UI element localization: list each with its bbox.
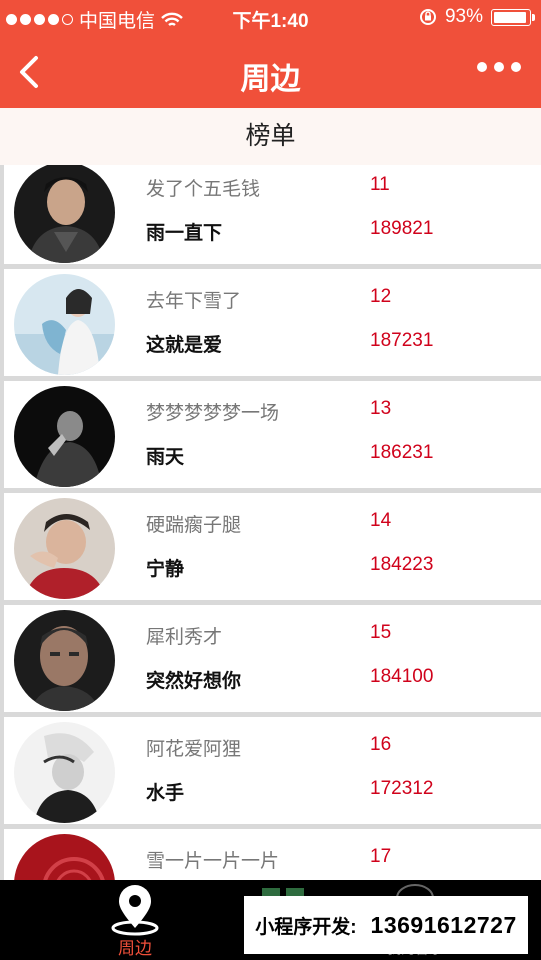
promo-label: 小程序开发: <box>255 916 357 938</box>
play-count: 189821 <box>370 218 434 239</box>
list-item[interactable]: 去年下雪了 这就是爱 12 187231 <box>4 269 541 376</box>
more-menu-icon[interactable] <box>477 62 521 72</box>
avatar <box>14 498 115 599</box>
artist-name: 宁静 <box>146 559 185 580</box>
play-count: 186231 <box>370 442 434 463</box>
avatar <box>14 274 115 375</box>
section-title: 榜单 <box>0 108 541 165</box>
list-item[interactable]: 阿花爱阿狸 水手 16 172312 <box>4 717 541 824</box>
rank-number: 11 <box>370 174 390 195</box>
avatar <box>14 610 115 711</box>
song-title: 梦梦梦梦梦一场 <box>146 403 280 424</box>
tab-nearby[interactable]: 周边 <box>90 880 180 960</box>
list-item[interactable]: 犀利秀才 突然好想你 15 184100 <box>4 605 541 712</box>
song-title: 硬踹瘸子腿 <box>146 515 242 536</box>
song-title: 犀利秀才 <box>146 627 223 648</box>
list-item[interactable]: 硬踹瘸子腿 宁静 14 184223 <box>4 493 541 600</box>
battery-percent: 93% <box>444 6 483 27</box>
rank-number: 12 <box>370 286 392 307</box>
page-title: 周边 <box>240 63 301 96</box>
artist-name: 突然好想你 <box>146 671 242 692</box>
play-count: 184223 <box>370 554 434 575</box>
battery-icon <box>491 8 535 26</box>
location-pin-icon <box>111 885 159 936</box>
nav-bar: 周边 <box>0 34 541 108</box>
rank-number: 13 <box>370 398 392 419</box>
song-title: 阿花爱阿狸 <box>146 739 242 760</box>
avatar <box>14 834 115 880</box>
ranking-list[interactable]: 发了个五毛钱 雨一直下 11 189821 去年下雪了 这就是爱 12 1872… <box>0 165 541 880</box>
promo-phone: 13691612727 <box>370 911 517 938</box>
play-count: 172312 <box>370 778 434 799</box>
play-count: 184100 <box>370 666 434 687</box>
rank-number: 14 <box>370 510 392 531</box>
status-right: 93% <box>419 6 535 28</box>
artist-name: 水手 <box>146 783 185 804</box>
rank-number: 16 <box>370 734 392 755</box>
promo-banner: 小程序开发: 13691612727 <box>244 896 528 954</box>
list-item[interactable]: 雪一片一片一片 17 <box>4 829 541 880</box>
list-item[interactable]: 梦梦梦梦梦一场 雨天 13 186231 <box>4 381 541 488</box>
artist-name: 雨一直下 <box>146 223 223 244</box>
avatar <box>14 386 115 487</box>
artist-name: 这就是爱 <box>146 335 223 356</box>
avatar <box>14 722 115 823</box>
avatar <box>14 165 115 263</box>
song-title: 雪一片一片一片 <box>146 851 280 872</box>
list-item[interactable]: 发了个五毛钱 雨一直下 11 189821 <box>4 165 541 264</box>
rank-number: 15 <box>370 622 392 643</box>
status-bar: 中国电信 下午1:40 93% <box>0 0 541 34</box>
artist-name: 雨天 <box>146 447 185 468</box>
rotation-lock-icon <box>419 9 436 25</box>
song-title: 去年下雪了 <box>146 291 242 312</box>
song-title: 发了个五毛钱 <box>146 179 261 200</box>
rank-number: 17 <box>370 846 392 867</box>
tab-nearby-label: 周边 <box>118 939 152 958</box>
play-count: 187231 <box>370 330 434 351</box>
